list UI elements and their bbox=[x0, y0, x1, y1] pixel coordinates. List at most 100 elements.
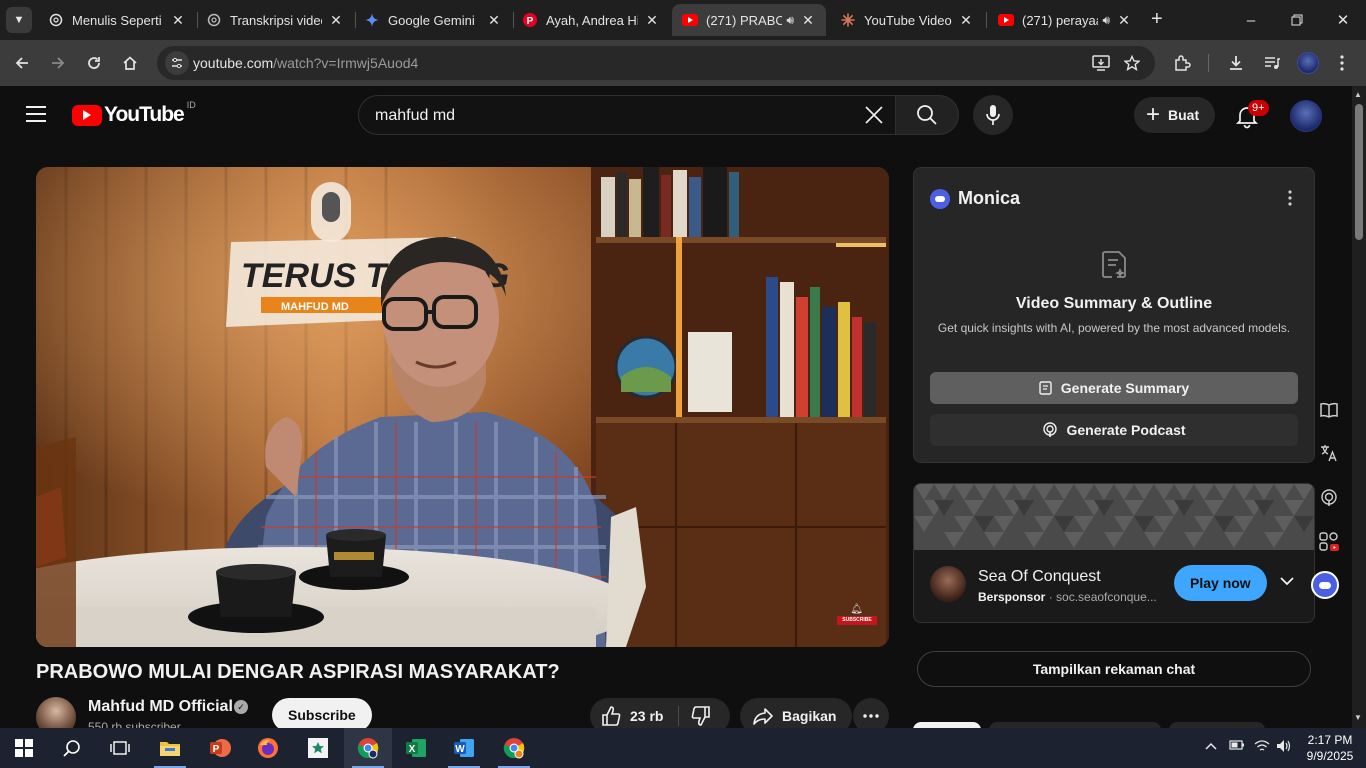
tab-title: Google Gemini bbox=[388, 12, 475, 28]
download-icon[interactable] bbox=[1224, 51, 1248, 75]
close-tab-icon[interactable]: ✕ bbox=[958, 12, 974, 29]
chrome-profile-icon[interactable] bbox=[490, 728, 538, 768]
podcast-rail-icon[interactable] bbox=[1316, 485, 1342, 511]
subscribe-button[interactable]: Subscribe bbox=[272, 698, 372, 732]
show-chat-replay-button[interactable]: Tampilkan rekaman chat bbox=[917, 651, 1311, 687]
ad-app-icon bbox=[930, 566, 966, 602]
pinterest-icon: P bbox=[522, 12, 538, 28]
monica-menu-icon[interactable] bbox=[1288, 190, 1292, 206]
scroll-down-arrow-icon[interactable]: ▼ bbox=[1354, 713, 1362, 722]
speaker-icon[interactable]: 🔊︎ bbox=[786, 13, 794, 28]
excel-icon[interactable]: X bbox=[392, 728, 440, 768]
summary-icon bbox=[1039, 381, 1052, 395]
create-button[interactable]: + Buat bbox=[1134, 97, 1216, 133]
account-avatar[interactable] bbox=[1290, 100, 1322, 132]
channel-name[interactable]: Mahfud MD Official bbox=[88, 698, 233, 716]
gemini-icon bbox=[364, 12, 380, 28]
windows-start-icon[interactable] bbox=[0, 728, 48, 768]
svg-text:P: P bbox=[527, 16, 534, 27]
like-button[interactable]: 23 rb bbox=[600, 705, 663, 727]
word-icon[interactable]: W bbox=[440, 728, 488, 768]
browser-tab[interactable]: Menulis Seperti Manusia ✕ bbox=[38, 4, 196, 36]
thumbs-down-icon bbox=[691, 706, 710, 726]
home-icon[interactable] bbox=[118, 51, 142, 75]
svg-text:P: P bbox=[213, 744, 220, 755]
svg-text:X: X bbox=[409, 744, 416, 755]
tab-search-button[interactable]: ▼ bbox=[6, 7, 32, 33]
browser-tab-active[interactable]: (271) PRABOWO 🔊︎ ✕ bbox=[672, 4, 826, 36]
scrollbar-thumb[interactable] bbox=[1355, 104, 1363, 240]
clear-search-icon[interactable] bbox=[861, 102, 887, 128]
task-view-icon[interactable] bbox=[96, 728, 144, 768]
windows-taskbar: P X W 2:17 PM 9/9/2025 bbox=[0, 728, 1366, 768]
browser-menu-icon[interactable] bbox=[1330, 51, 1354, 75]
tray-overflow-icon[interactable] bbox=[1205, 739, 1217, 754]
extensions-icon[interactable] bbox=[1170, 51, 1194, 75]
tab-title: Menulis Seperti Manusia bbox=[72, 12, 164, 28]
powerpoint-icon[interactable]: P bbox=[196, 728, 244, 768]
close-tab-icon[interactable]: ✕ bbox=[800, 12, 816, 29]
scroll-up-arrow-icon[interactable]: ▲ bbox=[1354, 90, 1362, 99]
media-controls-icon[interactable] bbox=[1260, 51, 1284, 75]
close-tab-icon[interactable]: ✕ bbox=[170, 12, 186, 29]
tab-title: Transkripsi video YouTube bbox=[230, 12, 322, 28]
file-explorer-icon[interactable] bbox=[146, 728, 194, 768]
voice-search-button[interactable] bbox=[973, 95, 1013, 135]
minimize-icon[interactable]: – bbox=[1228, 0, 1274, 40]
apps-grid-icon[interactable] bbox=[1316, 529, 1342, 555]
video-frame: TERUS TERANG MAHFUD MD bbox=[36, 167, 889, 647]
new-tab-button[interactable]: + bbox=[1151, 8, 1163, 31]
share-icon bbox=[753, 708, 773, 725]
close-tab-icon[interactable]: ✕ bbox=[328, 12, 344, 29]
firefox-icon[interactable] bbox=[244, 728, 292, 768]
close-window-icon[interactable]: ✕ bbox=[1320, 0, 1366, 40]
sticky-notes-icon[interactable] bbox=[294, 728, 342, 768]
tab-title: Ayah, Andrea Hirata bbox=[546, 12, 638, 28]
chrome-icon[interactable] bbox=[344, 728, 392, 768]
taskbar-search-icon[interactable] bbox=[48, 728, 96, 768]
like-count: 23 rb bbox=[630, 708, 664, 724]
search-button[interactable] bbox=[895, 95, 959, 135]
chevron-down-icon[interactable] bbox=[1278, 572, 1296, 595]
close-tab-icon[interactable]: ✕ bbox=[1116, 12, 1132, 29]
tab-title: (271) PRABOWO bbox=[706, 12, 783, 28]
menu-icon[interactable] bbox=[26, 106, 46, 127]
ad-play-now-button[interactable]: Play now bbox=[1174, 565, 1267, 601]
generate-podcast-button[interactable]: Generate Podcast bbox=[930, 414, 1298, 446]
monica-assistant-button[interactable] bbox=[1311, 571, 1339, 599]
youtube-logo[interactable]: YouTube ID bbox=[72, 100, 196, 127]
install-app-icon[interactable] bbox=[1089, 51, 1113, 75]
reader-book-icon[interactable] bbox=[1316, 397, 1342, 423]
battery-icon[interactable] bbox=[1229, 739, 1245, 754]
browser-tab[interactable]: YouTube Video Transcript ✕ bbox=[830, 4, 984, 36]
wifi-icon[interactable] bbox=[1254, 739, 1270, 756]
speaker-icon[interactable]: 🔊︎ bbox=[1102, 13, 1110, 28]
search-input[interactable]: mahfud md bbox=[358, 95, 896, 135]
ad-banner-image bbox=[914, 484, 1314, 550]
forward-icon[interactable] bbox=[46, 51, 70, 75]
thumbs-up-icon bbox=[602, 706, 621, 726]
back-icon[interactable] bbox=[10, 51, 34, 75]
bell-overlay-icon: 🔔︎ bbox=[850, 604, 863, 615]
browser-tab[interactable]: (271) perayaan 🔊︎ ✕ bbox=[988, 4, 1142, 36]
translate-icon[interactable] bbox=[1316, 440, 1342, 466]
profile-avatar[interactable] bbox=[1296, 51, 1320, 75]
browser-tab[interactable]: Google Gemini ✕ bbox=[354, 4, 512, 36]
generate-summary-button[interactable]: Generate Summary bbox=[930, 372, 1298, 404]
taskbar-clock[interactable]: 2:17 PM 9/9/2025 bbox=[1304, 732, 1356, 764]
browser-tab[interactable]: P Ayah, Andrea Hirata ✕ bbox=[512, 4, 670, 36]
restore-icon[interactable] bbox=[1274, 0, 1320, 40]
site-info-icon[interactable] bbox=[165, 51, 189, 75]
bookmark-star-icon[interactable] bbox=[1120, 51, 1144, 75]
more-horizontal-icon bbox=[863, 714, 879, 718]
sponsored-ad-card[interactable]: Sea Of Conquest Bersponsor · soc.seaofco… bbox=[913, 483, 1315, 623]
volume-icon[interactable] bbox=[1276, 739, 1292, 756]
video-player[interactable]: TERUS TERANG MAHFUD MD 🔔︎ SUBSCRIBE bbox=[36, 167, 889, 647]
browser-toolbar: youtube.com/watch?v=Irmwj5Auod4 bbox=[0, 40, 1366, 86]
reload-icon[interactable] bbox=[82, 51, 106, 75]
address-bar[interactable]: youtube.com/watch?v=Irmwj5Auod4 bbox=[157, 46, 1155, 80]
close-tab-icon[interactable]: ✕ bbox=[644, 12, 660, 29]
browser-tab[interactable]: Transkripsi video YouTube ✕ bbox=[196, 4, 354, 36]
tab-title: (271) perayaan bbox=[1022, 12, 1098, 28]
close-tab-icon[interactable]: ✕ bbox=[486, 12, 502, 29]
